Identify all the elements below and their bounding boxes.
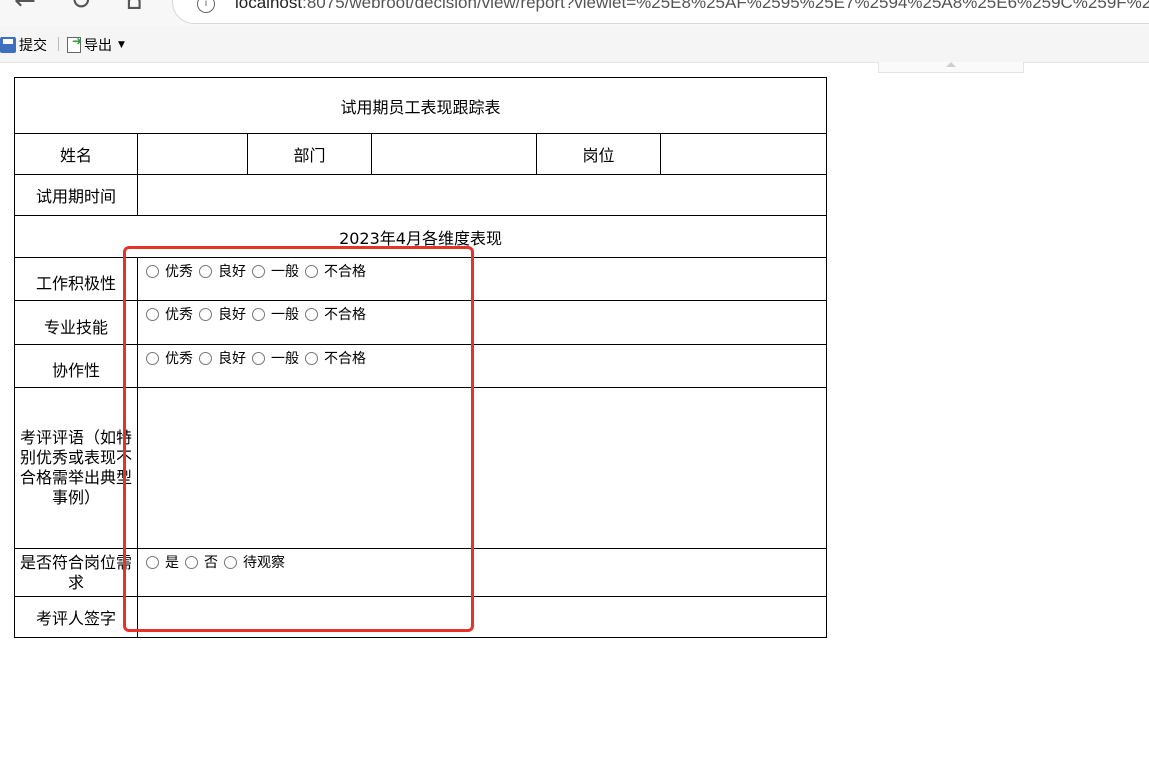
- home-icon[interactable]: ⌂: [126, 0, 143, 16]
- radio-label: 是: [165, 555, 179, 571]
- radio-circle-icon[interactable]: [252, 307, 265, 321]
- radio-label: 不合格: [324, 351, 366, 367]
- criterion-options: 优秀 良好 一般 不合格: [136, 300, 828, 345]
- radio-circle-icon[interactable]: [305, 351, 318, 365]
- radio-option[interactable]: 良好: [199, 348, 246, 368]
- report-table: 试用期员工表现跟踪表 姓名 部门 岗位 试用期时间 2023年4月各维度表现 工…: [13, 77, 828, 638]
- radio-label: 良好: [218, 264, 246, 280]
- reload-icon[interactable]: ↻: [70, 0, 92, 16]
- export-icon: [67, 34, 82, 53]
- url-text[interactable]: localhost:8075/webroot/decision/view/rep…: [235, 0, 1149, 13]
- submit-label: 提交: [19, 38, 47, 54]
- radio-circle-icon[interactable]: [305, 307, 318, 321]
- radio-option[interactable]: 良好: [199, 304, 246, 324]
- fit-options: 是 否 待观察: [136, 548, 828, 597]
- radio-circle-icon[interactable]: [252, 264, 265, 278]
- signature-field[interactable]: [136, 596, 828, 638]
- submit-button[interactable]: 提交: [0, 35, 47, 55]
- section-title: 2023年4月各维度表现: [13, 215, 828, 258]
- radio-option[interactable]: 优秀: [146, 348, 193, 368]
- radio-circle-icon[interactable]: [185, 555, 198, 569]
- criterion-label: 协作性: [14, 344, 138, 388]
- criterion-options: 优秀 良好 一般 不合格: [136, 257, 828, 301]
- probation-field[interactable]: [136, 174, 828, 216]
- fit-radio-group: 是 否 待观察: [146, 552, 826, 572]
- fit-label: 是否符合岗位需求: [14, 548, 138, 597]
- url-path: :8075/webroot/decision/view/report?viewl…: [302, 0, 1149, 12]
- radio-label: 待观察: [243, 555, 285, 571]
- radio-circle-icon[interactable]: [199, 351, 212, 365]
- info-icon[interactable]: i: [197, 0, 215, 13]
- probation-label: 试用期时间: [14, 174, 138, 216]
- criterion-options: 优秀 良好 一般 不合格: [136, 344, 828, 388]
- radio-option[interactable]: 一般: [252, 261, 299, 281]
- radio-option[interactable]: 不合格: [305, 348, 366, 368]
- radio-circle-icon[interactable]: [199, 307, 212, 321]
- radio-label: 不合格: [324, 264, 366, 280]
- signature-label: 考评人签字: [14, 596, 138, 638]
- radio-label: 一般: [271, 264, 299, 280]
- radio-option[interactable]: 优秀: [146, 304, 193, 324]
- radio-option[interactable]: 一般: [252, 304, 299, 324]
- comment-field[interactable]: [136, 387, 828, 549]
- radio-label: 良好: [218, 307, 246, 323]
- radio-option[interactable]: 否: [185, 552, 218, 572]
- criterion-label: 专业技能: [14, 300, 138, 345]
- radio-option[interactable]: 一般: [252, 348, 299, 368]
- radio-label: 优秀: [165, 351, 193, 367]
- radio-label: 良好: [218, 351, 246, 367]
- report-toolbar: 提交 导出 ▼: [0, 26, 1149, 63]
- radio-label: 一般: [271, 307, 299, 323]
- radio-circle-icon[interactable]: [146, 351, 159, 365]
- radio-circle-icon[interactable]: [146, 307, 159, 321]
- radio-circle-icon[interactable]: [146, 264, 159, 278]
- name-label: 姓名: [14, 133, 138, 175]
- dept-field[interactable]: [371, 133, 537, 175]
- radio-option[interactable]: 是: [146, 552, 179, 572]
- position-field[interactable]: [659, 133, 828, 175]
- address-bar[interactable]: i localhost:8075/webroot/decision/view/r…: [172, 0, 1149, 24]
- position-label: 岗位: [536, 133, 661, 175]
- export-button[interactable]: 导出 ▼: [67, 34, 125, 55]
- radio-option[interactable]: 良好: [199, 261, 246, 281]
- export-label: 导出: [84, 38, 112, 54]
- criterion-label: 工作积极性: [14, 257, 138, 301]
- report-title: 试用期员工表现跟踪表: [13, 77, 828, 134]
- dept-label: 部门: [247, 133, 372, 175]
- back-icon[interactable]: ←: [14, 0, 36, 16]
- radio-option[interactable]: 待观察: [224, 552, 285, 572]
- radio-label: 不合格: [324, 307, 366, 323]
- rating-radio-group: 优秀 良好 一般 不合格: [146, 348, 826, 368]
- radio-circle-icon[interactable]: [252, 351, 265, 365]
- url-host: localhost: [235, 0, 303, 12]
- radio-label: 否: [204, 555, 218, 571]
- browser-chrome: ← ↻ ⌂ i localhost:8075/webroot/decision/…: [0, 0, 1149, 26]
- radio-circle-icon[interactable]: [146, 555, 159, 569]
- radio-circle-icon[interactable]: [199, 264, 212, 278]
- radio-option[interactable]: 不合格: [305, 261, 366, 281]
- name-field[interactable]: [137, 133, 248, 175]
- radio-option[interactable]: 不合格: [305, 304, 366, 324]
- toolbar-divider: [58, 37, 59, 51]
- radio-label: 优秀: [165, 307, 193, 323]
- radio-label: 优秀: [165, 264, 193, 280]
- radio-circle-icon[interactable]: [224, 555, 237, 569]
- rating-radio-group: 优秀 良好 一般 不合格: [146, 261, 826, 281]
- rating-radio-group: 优秀 良好 一般 不合格: [146, 304, 826, 324]
- radio-label: 一般: [271, 351, 299, 367]
- collapse-toolbar-handle[interactable]: [878, 62, 1024, 73]
- comment-label: 考评评语（如特别优秀或表现不合格需举出典型事例）: [14, 387, 138, 549]
- radio-circle-icon[interactable]: [305, 264, 318, 278]
- radio-option[interactable]: 优秀: [146, 261, 193, 281]
- save-icon: [0, 37, 16, 53]
- chevron-down-icon: ▼: [118, 40, 125, 50]
